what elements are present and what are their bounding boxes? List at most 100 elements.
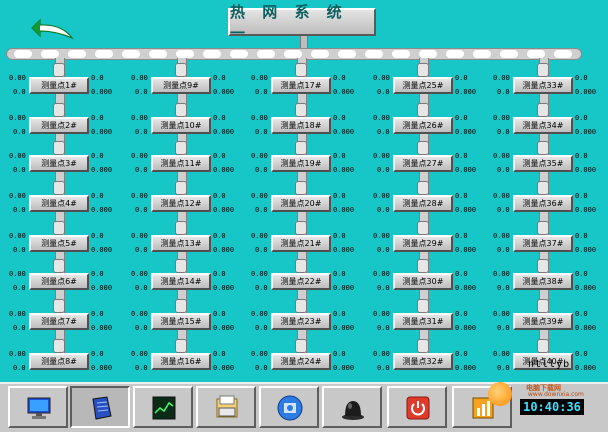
hmi-screen: 热 网 系 统 一 测量点1# 0.00 0.0 0.0 0.000 测量点2# 0.00 0… xyxy=(0,0,608,432)
pipe-joint xyxy=(537,63,549,77)
right-value-top: 0.0 xyxy=(213,192,226,200)
right-value-top: 0.0 xyxy=(575,74,588,82)
measure-point-button[interactable]: 测量点16# xyxy=(151,353,211,370)
toolbar-button-settings[interactable] xyxy=(259,386,319,428)
left-value-bottom: 0.0 xyxy=(255,324,268,332)
pipe-segment xyxy=(500,50,518,58)
left-value-bottom: 0.0 xyxy=(255,284,268,292)
clock: 10:40:36 xyxy=(520,399,584,415)
measure-point-button[interactable]: 测量点12# xyxy=(151,195,211,212)
measure-point-button[interactable]: 测量点27# xyxy=(393,155,453,172)
toolbar-button-printer[interactable] xyxy=(196,386,256,428)
pipe-joint xyxy=(53,259,65,273)
right-value-top: 0.0 xyxy=(213,232,226,240)
right-value-top: 0.0 xyxy=(333,74,346,82)
right-value-bottom: 0.000 xyxy=(455,246,477,254)
back-arrow-icon[interactable] xyxy=(28,12,78,42)
measure-point-button[interactable]: 测量点21# xyxy=(271,235,331,252)
measure-point-button[interactable]: 测量点34# xyxy=(513,117,573,134)
measure-point-button[interactable]: 测量点1# xyxy=(29,77,89,94)
right-value-top: 0.0 xyxy=(455,270,468,278)
measure-point-button[interactable]: 测量点28# xyxy=(393,195,453,212)
right-value-top: 0.0 xyxy=(455,74,468,82)
pipe-segment xyxy=(284,50,302,58)
measure-point-button[interactable]: 测量点5# xyxy=(29,235,89,252)
measure-point-button[interactable]: 测量点9# xyxy=(151,77,211,94)
user-name: ntllyb xyxy=(528,359,571,370)
measure-point-button[interactable]: 测量点30# xyxy=(393,273,453,290)
right-value-bottom: 0.000 xyxy=(333,324,355,332)
right-value-bottom: 0.000 xyxy=(455,166,477,174)
measure-point-button[interactable]: 测量点25# xyxy=(393,77,453,94)
measure-point-button[interactable]: 测量点32# xyxy=(393,353,453,370)
left-value-bottom: 0.0 xyxy=(135,128,148,136)
measure-point-button[interactable]: 测量点15# xyxy=(151,313,211,330)
measure-point-button[interactable]: 测量点36# xyxy=(513,195,573,212)
right-value-top: 0.0 xyxy=(575,114,588,122)
right-value-bottom: 0.000 xyxy=(575,88,597,96)
measure-point-button[interactable]: 测量点37# xyxy=(513,235,573,252)
measure-point-button[interactable]: 测量点17# xyxy=(271,77,331,94)
left-value-top: 0.00 xyxy=(131,350,148,358)
measure-point-button[interactable]: 测量点7# xyxy=(29,313,89,330)
measure-point-button[interactable]: 测量点19# xyxy=(271,155,331,172)
measure-point-button[interactable]: 测量点22# xyxy=(271,273,331,290)
left-value-top: 0.00 xyxy=(493,74,510,82)
pipe-joint xyxy=(537,103,549,117)
measure-point-button[interactable]: 测量点11# xyxy=(151,155,211,172)
pipe-segment xyxy=(311,50,329,58)
measure-point-button[interactable]: 测量点31# xyxy=(393,313,453,330)
left-value-top: 0.00 xyxy=(251,232,268,240)
measure-point-button[interactable]: 测量点20# xyxy=(271,195,331,212)
measure-point-button[interactable]: 测量点18# xyxy=(271,117,331,134)
measure-point-button[interactable]: 测量点14# xyxy=(151,273,211,290)
right-value-top: 0.0 xyxy=(213,310,226,318)
measure-point-button[interactable]: 测量点39# xyxy=(513,313,573,330)
measure-point-button[interactable]: 测量点35# xyxy=(513,155,573,172)
left-value-top: 0.00 xyxy=(251,310,268,318)
pipe-joint xyxy=(175,221,187,235)
right-value-bottom: 0.000 xyxy=(455,284,477,292)
alarm-light-icon xyxy=(342,401,364,420)
measure-point-button[interactable]: 测量点24# xyxy=(271,353,331,370)
right-value-bottom: 0.000 xyxy=(575,284,597,292)
left-value-top: 0.00 xyxy=(373,192,390,200)
left-value-bottom: 0.0 xyxy=(135,364,148,372)
measure-point-button[interactable]: 测量点4# xyxy=(29,195,89,212)
toolbar-button-trend-chart[interactable] xyxy=(133,386,193,428)
measure-point-button[interactable]: 测量点33# xyxy=(513,77,573,94)
pipe-joint xyxy=(417,259,429,273)
trend-chart-icon xyxy=(152,396,176,420)
right-value-bottom: 0.000 xyxy=(213,246,235,254)
measure-point-button[interactable]: 测量点38# xyxy=(513,273,573,290)
measure-point-button[interactable]: 测量点23# xyxy=(271,313,331,330)
right-value-bottom: 0.000 xyxy=(333,284,355,292)
right-value-top: 0.0 xyxy=(575,270,588,278)
left-value-bottom: 0.0 xyxy=(377,206,390,214)
left-value-top: 0.00 xyxy=(131,152,148,160)
left-value-bottom: 0.0 xyxy=(497,324,510,332)
measure-point-button[interactable]: 测量点29# xyxy=(393,235,453,252)
measure-point-button[interactable]: 测量点13# xyxy=(151,235,211,252)
measure-point-button[interactable]: 测量点26# xyxy=(393,117,453,134)
pipe-joint xyxy=(295,103,307,117)
toolbar-button-alarm-light[interactable] xyxy=(322,386,382,428)
toolbar-button-document[interactable] xyxy=(70,386,130,428)
measure-point-button[interactable]: 测量点6# xyxy=(29,273,89,290)
right-value-bottom: 0.000 xyxy=(455,128,477,136)
measure-point-button[interactable]: 测量点2# xyxy=(29,117,89,134)
right-value-bottom: 0.000 xyxy=(575,206,597,214)
measure-point-button[interactable]: 测量点3# xyxy=(29,155,89,172)
right-value-bottom: 0.000 xyxy=(91,364,113,372)
toolbar-button-monitor[interactable] xyxy=(8,386,68,428)
left-value-top: 0.00 xyxy=(373,232,390,240)
left-value-top: 0.00 xyxy=(131,310,148,318)
measure-point-button[interactable]: 测量点10# xyxy=(151,117,211,134)
pipe-joint xyxy=(175,339,187,353)
right-value-bottom: 0.000 xyxy=(91,88,113,96)
right-value-bottom: 0.000 xyxy=(575,324,597,332)
left-value-bottom: 0.0 xyxy=(13,246,26,254)
measure-point-button[interactable]: 测量点8# xyxy=(29,353,89,370)
toolbar-button-power[interactable] xyxy=(387,386,447,428)
right-value-top: 0.0 xyxy=(91,232,104,240)
